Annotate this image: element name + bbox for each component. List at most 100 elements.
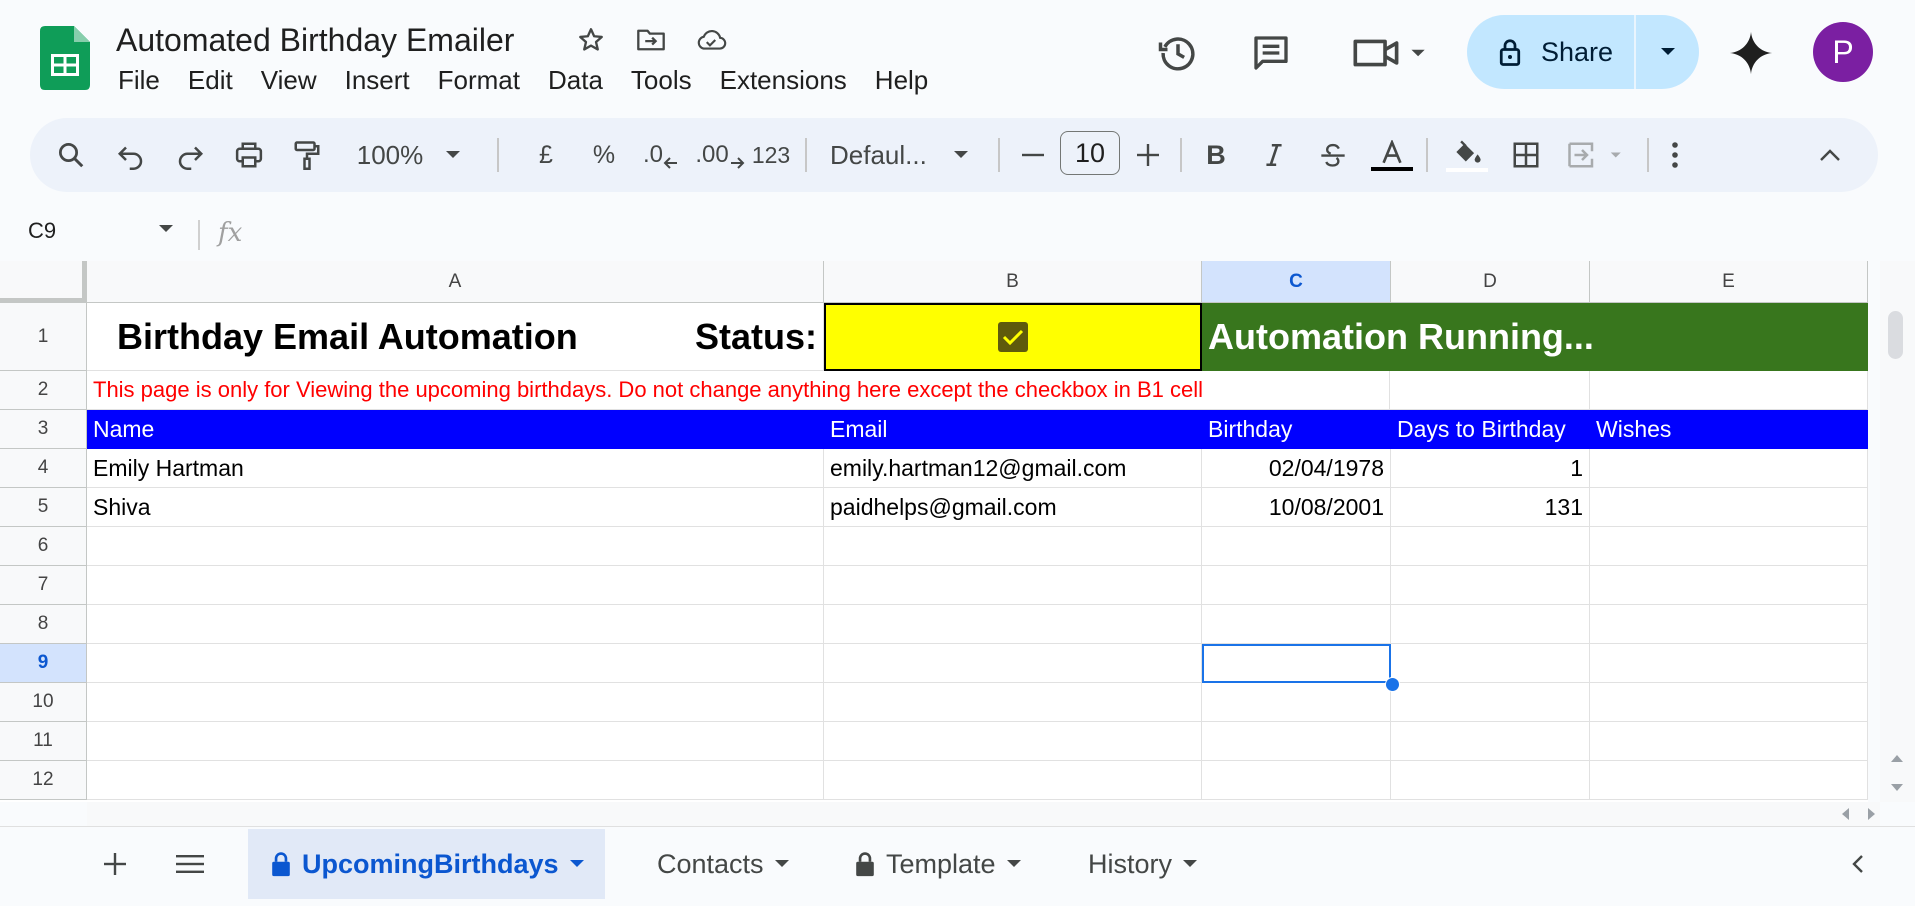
tab-history[interactable]: History bbox=[1074, 829, 1212, 899]
decrease-decimal-button[interactable]: .0 bbox=[640, 118, 682, 192]
fill-handle[interactable] bbox=[1385, 677, 1400, 692]
menu-insert[interactable]: Insert bbox=[331, 65, 424, 96]
gemini-icon[interactable] bbox=[1726, 28, 1776, 78]
cell-a1[interactable]: Birthday Email Automation Status: bbox=[87, 303, 824, 371]
cell-b11[interactable] bbox=[824, 722, 1202, 761]
menu-edit[interactable]: Edit bbox=[174, 65, 247, 96]
column-header-a[interactable]: A bbox=[87, 261, 824, 303]
cell-a10[interactable] bbox=[87, 683, 824, 722]
strikethrough-button[interactable] bbox=[1312, 118, 1354, 192]
menu-tools[interactable]: Tools bbox=[617, 65, 706, 96]
cell-a6[interactable] bbox=[87, 527, 824, 566]
sheets-logo-icon[interactable] bbox=[40, 26, 90, 90]
meet-video-icon[interactable] bbox=[1350, 30, 1430, 76]
selected-cell-c9[interactable] bbox=[1202, 644, 1391, 683]
header-birthday[interactable]: Birthday bbox=[1202, 410, 1391, 449]
more-options-icon[interactable] bbox=[1660, 118, 1690, 192]
header-wishes[interactable]: Wishes bbox=[1590, 410, 1868, 449]
cell-d7[interactable] bbox=[1391, 566, 1590, 605]
row-header-3[interactable]: 3 bbox=[0, 410, 87, 449]
cell-e9[interactable] bbox=[1590, 644, 1868, 683]
table-row-2-name[interactable]: Shiva bbox=[87, 488, 824, 527]
column-header-d[interactable]: D bbox=[1391, 261, 1590, 303]
cell-e10[interactable] bbox=[1590, 683, 1868, 722]
font-family-select[interactable]: Defaul... bbox=[830, 118, 1010, 192]
column-header-b[interactable]: B bbox=[824, 261, 1202, 303]
cell-a9[interactable] bbox=[87, 644, 824, 683]
cell-c11[interactable] bbox=[1202, 722, 1391, 761]
more-formats-button[interactable]: 123 bbox=[746, 118, 796, 192]
all-sheets-button[interactable] bbox=[170, 829, 210, 899]
spreadsheet-grid[interactable]: A B C D E 1 2 3 4 5 6 7 8 9 10 11 12 Bir… bbox=[0, 261, 1868, 802]
document-title[interactable]: Automated Birthday Emailer bbox=[116, 20, 514, 60]
account-avatar[interactable]: P bbox=[1813, 22, 1873, 82]
paint-format-icon[interactable] bbox=[286, 118, 328, 192]
cell-c1-running-status[interactable]: Automation Running... bbox=[1202, 303, 1868, 371]
menu-data[interactable]: Data bbox=[534, 65, 617, 96]
row-header-5[interactable]: 5 bbox=[0, 488, 87, 527]
select-all-corner[interactable] bbox=[0, 261, 87, 303]
column-header-c[interactable]: C bbox=[1202, 261, 1391, 303]
vertical-scroll-thumb[interactable] bbox=[1888, 311, 1903, 359]
cell-d2[interactable] bbox=[1390, 371, 1590, 410]
merge-cells-button[interactable] bbox=[1562, 118, 1632, 192]
tab-contacts[interactable]: Contacts bbox=[643, 829, 804, 899]
cell-a7[interactable] bbox=[87, 566, 824, 605]
cell-d6[interactable] bbox=[1391, 527, 1590, 566]
formula-input[interactable] bbox=[260, 214, 1860, 250]
tab-upcomingbirthdays[interactable]: UpcomingBirthdays bbox=[248, 829, 605, 899]
print-icon[interactable] bbox=[228, 118, 270, 192]
scroll-right-icon[interactable] bbox=[1867, 807, 1877, 821]
cell-d9[interactable] bbox=[1391, 644, 1590, 683]
cell-c7[interactable] bbox=[1202, 566, 1391, 605]
table-row-1-email[interactable]: emily.hartman12@gmail.com bbox=[824, 449, 1202, 488]
vertical-scrollbar[interactable] bbox=[1880, 261, 1915, 802]
cell-c12[interactable] bbox=[1202, 761, 1391, 800]
share-dropdown-button[interactable] bbox=[1636, 15, 1699, 89]
cell-b7[interactable] bbox=[824, 566, 1202, 605]
header-name[interactable]: Name bbox=[87, 410, 824, 449]
cloud-saved-icon[interactable] bbox=[695, 24, 727, 56]
table-row-2-birthday[interactable]: 10/08/2001 bbox=[1202, 488, 1391, 527]
cell-e12[interactable] bbox=[1590, 761, 1868, 800]
cell-d8[interactable] bbox=[1391, 605, 1590, 644]
cell-d12[interactable] bbox=[1391, 761, 1590, 800]
scroll-down-icon[interactable] bbox=[1890, 783, 1904, 793]
cell-b1[interactable] bbox=[824, 303, 1202, 371]
table-row-1-days[interactable]: 1 bbox=[1391, 449, 1590, 488]
table-row-1-wishes[interactable] bbox=[1590, 449, 1868, 488]
cell-c10[interactable] bbox=[1202, 683, 1391, 722]
table-row-2-days[interactable]: 131 bbox=[1391, 488, 1590, 527]
search-menus-icon[interactable] bbox=[50, 118, 92, 192]
cell-e8[interactable] bbox=[1590, 605, 1868, 644]
fill-color-button[interactable] bbox=[1445, 118, 1489, 192]
cell-c6[interactable] bbox=[1202, 527, 1391, 566]
row-header-8[interactable]: 8 bbox=[0, 605, 87, 644]
increase-decimal-button[interactable]: .00 bbox=[695, 118, 745, 192]
menu-file[interactable]: File bbox=[104, 65, 174, 96]
cell-b9[interactable] bbox=[824, 644, 1202, 683]
scroll-left-icon[interactable] bbox=[1840, 807, 1850, 821]
table-row-2-email[interactable]: paidhelps@gmail.com bbox=[824, 488, 1202, 527]
row-header-10[interactable]: 10 bbox=[0, 683, 87, 722]
font-size-input[interactable]: 10 bbox=[1060, 131, 1120, 175]
cell-d11[interactable] bbox=[1391, 722, 1590, 761]
menu-extensions[interactable]: Extensions bbox=[706, 65, 861, 96]
italic-button[interactable] bbox=[1254, 118, 1294, 192]
cell-e7[interactable] bbox=[1590, 566, 1868, 605]
add-sheet-button[interactable] bbox=[95, 829, 135, 899]
star-icon[interactable] bbox=[575, 24, 607, 56]
name-box[interactable]: C9 bbox=[28, 218, 56, 244]
cell-b12[interactable] bbox=[824, 761, 1202, 800]
header-email[interactable]: Email bbox=[824, 410, 1202, 449]
cell-a8[interactable] bbox=[87, 605, 824, 644]
name-box-dropdown-icon[interactable] bbox=[158, 224, 174, 234]
cell-a12[interactable] bbox=[87, 761, 824, 800]
percent-format-button[interactable]: % bbox=[588, 118, 620, 192]
cell-a11[interactable] bbox=[87, 722, 824, 761]
undo-icon[interactable] bbox=[110, 118, 152, 192]
share-button[interactable]: Share bbox=[1467, 15, 1634, 89]
text-color-button[interactable] bbox=[1368, 118, 1416, 192]
cell-a2-note[interactable]: This page is only for Viewing the upcomi… bbox=[87, 371, 1390, 410]
status-checkbox[interactable] bbox=[998, 322, 1028, 352]
